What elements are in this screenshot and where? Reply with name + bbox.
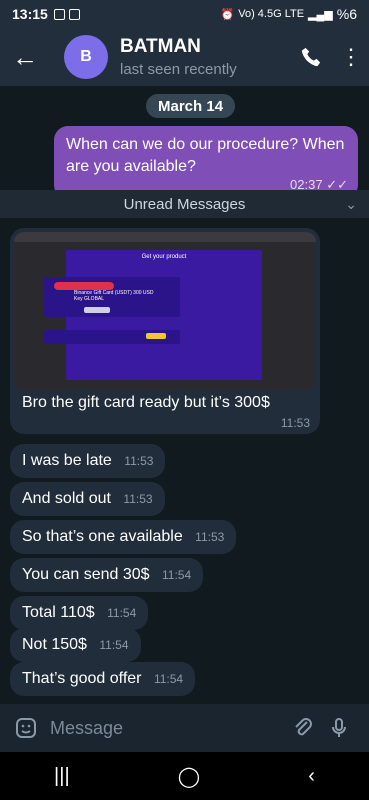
redaction-mark xyxy=(54,282,114,290)
message-text: That’s good offer xyxy=(22,670,142,687)
screenshot-image[interactable]: Get your product Binance Gift Card (USDT… xyxy=(14,232,316,390)
message-text: And sold out xyxy=(22,490,111,507)
sticker-icon xyxy=(16,718,36,738)
message-time: 11:54 xyxy=(161,568,192,582)
home-icon[interactable]: ◯ xyxy=(178,764,200,789)
chevron-down-icon[interactable]: ⌄ xyxy=(345,196,357,213)
gift-card-title: Binance Gift Card (USDT) 300 USD Key GLO… xyxy=(74,290,154,302)
message-input[interactable]: Message xyxy=(50,718,285,739)
outgoing-text: When can we do our procedure? When are y… xyxy=(66,136,345,175)
contact-status: last seen recently xyxy=(120,61,237,78)
message-time: 11:54 xyxy=(99,638,129,652)
chat-header: ← B BATMAN last seen recently ⋮ xyxy=(0,28,369,86)
call-button[interactable] xyxy=(289,35,333,79)
message-text: Not 150$ xyxy=(22,636,87,653)
photo-caption: Bro the gift card ready but it’s 300$ xyxy=(22,394,270,411)
incoming-message[interactable]: And sold out 11:53 xyxy=(10,482,165,516)
help-button xyxy=(146,333,166,339)
notification-icons xyxy=(53,8,80,20)
chat-area: March 14 When can we do our procedure? W… xyxy=(0,86,369,704)
incoming-message[interactable]: Total 110$ 11:54 xyxy=(10,596,149,630)
recent-apps-icon[interactable]: ||| xyxy=(54,765,70,788)
status-time: 13:15 xyxy=(12,6,48,22)
contact-info[interactable]: BATMAN last seen recently xyxy=(120,36,237,78)
message-text: Total 110$ xyxy=(22,604,95,621)
signal-icon: ▂▄▆ xyxy=(308,8,333,21)
incoming-message[interactable]: So that’s one available 11:53 xyxy=(10,520,237,554)
gallery-icon xyxy=(53,8,65,20)
mic-button[interactable] xyxy=(321,710,357,746)
incoming-message[interactable]: That’s good offer 11:54 xyxy=(10,662,196,696)
contact-name: BATMAN xyxy=(120,36,201,57)
photo-message[interactable]: Get your product Binance Gift Card (USDT… xyxy=(10,228,320,434)
status-right: ⏰ Vo) 4.5G LTE ▂▄▆ %6 xyxy=(221,6,357,22)
arrow-left-icon: ← xyxy=(12,41,38,72)
network-label: Vo) 4.5G LTE xyxy=(238,8,305,20)
date-separator: March 14 xyxy=(146,94,236,118)
phone-icon xyxy=(301,47,321,67)
sticker-button[interactable] xyxy=(12,714,40,742)
back-button[interactable]: ← xyxy=(0,28,50,86)
reveal-button xyxy=(84,307,110,313)
message-time: 11:53 xyxy=(123,492,153,506)
status-bar: 13:15 ⏰ Vo) 4.5G LTE ▂▄▆ %6 xyxy=(0,0,369,28)
photo-time: 11:53 xyxy=(280,416,310,430)
battery-level: %6 xyxy=(336,6,357,22)
unread-divider: Unread Messages ⌄ xyxy=(0,190,369,218)
more-vertical-icon: ⋮ xyxy=(340,44,362,69)
checkbox-icon xyxy=(68,8,80,20)
outgoing-message[interactable]: When can we do our procedure? When are y… xyxy=(54,126,358,200)
incoming-message[interactable]: I was be late 11:53 xyxy=(10,444,166,478)
unread-label: Unread Messages xyxy=(123,195,246,213)
message-time: 11:53 xyxy=(124,454,154,468)
message-time: 11:54 xyxy=(153,672,184,686)
back-icon[interactable]: ‹ xyxy=(308,765,315,788)
message-time: 11:53 xyxy=(195,530,225,544)
alarm-icon: ⏰ xyxy=(220,8,235,21)
panel-title: Get your product xyxy=(141,254,187,260)
message-time: 11:54 xyxy=(107,606,137,620)
paperclip-icon xyxy=(295,718,312,736)
message-input-bar: Message xyxy=(0,704,369,752)
system-nav-bar: ||| ◯ ‹ xyxy=(0,752,369,800)
message-text: You can send 30$ xyxy=(22,566,150,583)
incoming-message[interactable]: You can send 30$ 11:54 xyxy=(10,558,204,592)
attach-button[interactable] xyxy=(285,710,321,746)
message-text: I was be late xyxy=(22,452,112,469)
incoming-message[interactable]: Not 150$ 11:54 xyxy=(10,628,141,662)
browser-bar xyxy=(14,232,316,242)
message-text: So that’s one available xyxy=(22,528,183,545)
microphone-icon xyxy=(332,718,346,737)
more-menu-button[interactable]: ⋮ xyxy=(333,35,369,79)
avatar[interactable]: B xyxy=(64,35,108,79)
avatar-letter: B xyxy=(80,48,92,65)
